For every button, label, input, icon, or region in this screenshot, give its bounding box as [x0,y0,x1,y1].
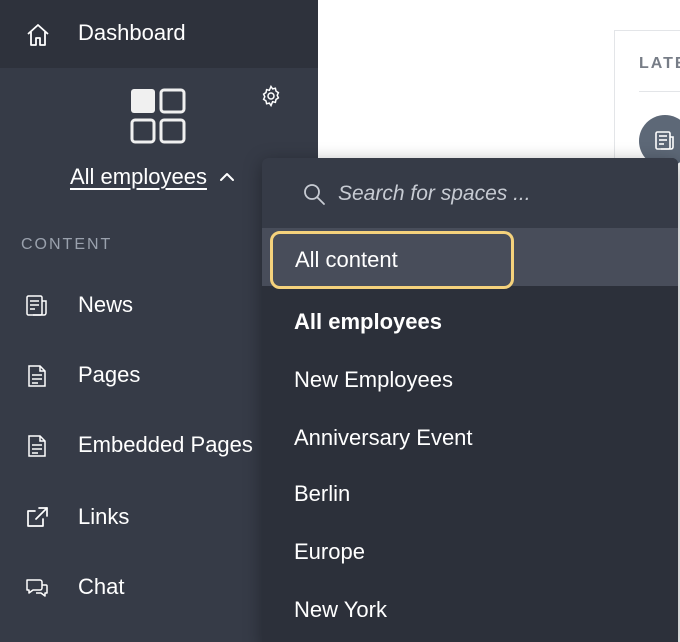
option-new-employees[interactable]: New Employees [294,367,453,393]
news-icon [655,131,674,150]
current-space-name: All employees [70,164,207,189]
option-berlin[interactable]: Berlin [294,481,350,507]
sidebar-item-label: News [78,292,134,317]
dashboard-label: Dashboard [78,20,186,45]
space-grid-icon [130,88,186,144]
option-label: All content [295,247,398,272]
sidebar-item-label: Pages [78,362,141,387]
option-anniversary-event[interactable]: Anniversary Event [294,425,473,451]
external-link-icon [27,507,48,527]
search-icon [304,184,325,205]
embedded-page-icon [28,435,46,457]
chat-icon [26,579,48,597]
sidebar-item-label: Embedded Pages [78,432,253,457]
divider [639,91,680,92]
sidebar-item-label: Chat [78,574,125,599]
page-icon [28,365,46,387]
option-all-employees[interactable]: All employees [294,309,442,335]
option-new-york[interactable]: New York [294,597,387,623]
home-icon [27,24,49,46]
latest-section-title: LATE [639,55,680,72]
space-search-bar [262,158,678,228]
app-root: LATE Dashboard [0,0,680,642]
chevron-up-icon [219,173,234,181]
option-all-content[interactable]: All content [270,231,514,289]
gear-icon[interactable] [259,84,283,108]
content-section-title: CONTENT [21,236,113,253]
space-switcher[interactable]: All employees [70,164,237,190]
sidebar-item-dashboard[interactable]: Dashboard [0,0,318,68]
space-search-input[interactable] [338,176,658,212]
option-europe[interactable]: Europe [294,539,365,565]
space-dropdown: All content All employees New Employees … [262,158,678,642]
news-icon [26,295,47,316]
sidebar-item-label: Links [78,504,130,529]
